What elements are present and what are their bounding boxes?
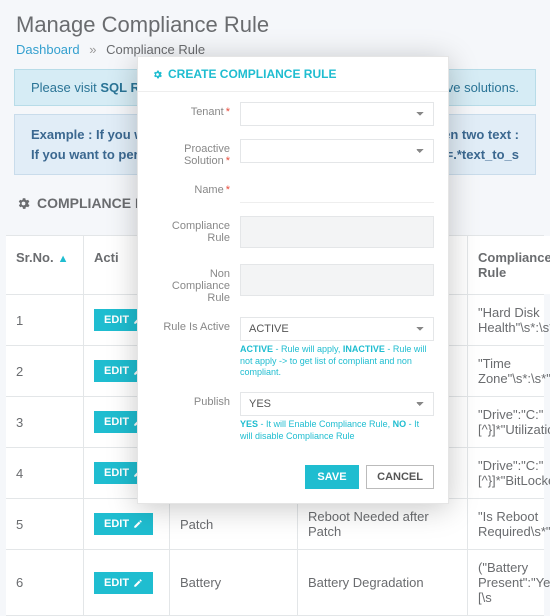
cell-action: EDIT — [84, 550, 170, 615]
create-rule-modal: CREATE COMPLIANCE RULE Tenant* Proactive… — [137, 56, 449, 504]
save-button[interactable]: SAVE — [305, 465, 358, 489]
noncompliance-textarea[interactable] — [240, 264, 434, 296]
breadcrumb-current: Compliance Rule — [106, 42, 205, 57]
label-solution: Proactive Solution* — [152, 139, 230, 167]
modal-title: CREATE COMPLIANCE RULE — [168, 67, 336, 81]
cancel-button[interactable]: CANCEL — [366, 465, 434, 489]
cell-srno: 4 — [6, 448, 84, 498]
col-srno[interactable]: Sr.No.▲ — [6, 236, 84, 294]
cell-rule: "Drive":"C:"[^}]*"Utilization — [468, 397, 550, 447]
table-row: 6EDIT BatteryBattery Degradation("Batter… — [6, 550, 544, 616]
label-active: Rule Is Active — [152, 317, 230, 333]
gear-icon — [152, 69, 163, 80]
cell-category: Battery — [170, 550, 298, 615]
gear-icon — [16, 196, 31, 211]
page-title: Manage Compliance Rule — [0, 0, 550, 42]
edit-button[interactable]: EDIT — [94, 572, 153, 594]
cell-category: Patch — [170, 499, 298, 549]
cell-srno: 1 — [6, 295, 84, 345]
cell-rule: "Drive":"C:"[^}]*"BitLocker — [468, 448, 550, 498]
label-noncompliance: Non Compliance Rule — [152, 264, 230, 304]
active-select[interactable]: ACTIVE — [240, 317, 434, 341]
sort-asc-icon: ▲ — [58, 253, 69, 265]
tenant-select[interactable] — [240, 102, 434, 126]
publish-select[interactable]: YES — [240, 392, 434, 416]
label-compliance: Compliance Rule — [152, 216, 230, 244]
label-tenant: Tenant* — [152, 102, 230, 118]
breadcrumb-separator: » — [89, 42, 96, 57]
table-row: 5EDIT PatchReboot Needed after Patch"Is … — [6, 499, 544, 550]
label-publish: Publish — [152, 392, 230, 408]
cell-srno: 3 — [6, 397, 84, 447]
cell-srno: 6 — [6, 550, 84, 615]
cell-srno: 2 — [6, 346, 84, 396]
cell-rule: ("Battery Present":"Yes"[\s — [468, 550, 550, 615]
cell-rule: "Time Zone"\s*:\s*"\s*Inc — [468, 346, 550, 396]
compliance-textarea[interactable] — [240, 216, 434, 248]
col-compliance-rule[interactable]: Compliance Rule — [468, 236, 550, 294]
name-input[interactable] — [240, 180, 434, 203]
label-name: Name* — [152, 180, 230, 196]
edit-icon — [133, 578, 143, 588]
edit-icon — [133, 519, 143, 529]
active-help: ACTIVE - Rule will apply, INACTIVE - Rul… — [240, 344, 434, 379]
cell-rule: "Is Reboot Required\s*"\s — [468, 499, 550, 549]
publish-help: YES - It will Enable Compliance Rule, NO… — [240, 419, 434, 442]
breadcrumb-dashboard[interactable]: Dashboard — [16, 42, 80, 57]
edit-button[interactable]: EDIT — [94, 513, 153, 535]
cell-subcategory: Battery Degradation — [298, 550, 468, 615]
modal-header: CREATE COMPLIANCE RULE — [138, 57, 448, 92]
solution-select[interactable] — [240, 139, 434, 163]
cell-srno: 5 — [6, 499, 84, 549]
cell-subcategory: Reboot Needed after Patch — [298, 499, 468, 549]
cell-rule: "Hard Disk Health"\s*:\s*" — [468, 295, 550, 345]
cell-action: EDIT — [84, 499, 170, 549]
